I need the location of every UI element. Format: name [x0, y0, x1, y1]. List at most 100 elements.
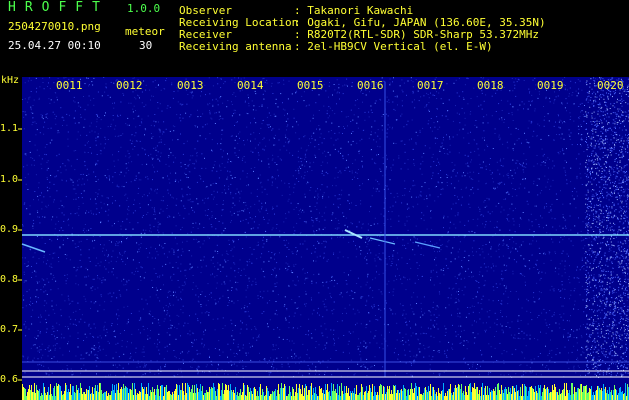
amplitude-spike	[89, 386, 90, 400]
amplitude-spike	[476, 387, 477, 400]
amplitude-spike	[386, 392, 387, 400]
amplitude-spike	[451, 393, 452, 400]
amplitude-spike	[166, 385, 167, 400]
amplitude-spike	[213, 383, 214, 400]
amplitude-spike	[542, 392, 543, 400]
amplitude-spike	[320, 389, 321, 400]
amplitude-spike	[435, 394, 436, 400]
amplitude-spike	[588, 392, 589, 400]
amplitude-spike	[47, 392, 48, 400]
x-tick-label: 0016	[357, 79, 384, 92]
amplitude-spike	[349, 396, 350, 400]
amplitude-spike	[501, 385, 502, 400]
amplitude-spike	[110, 395, 111, 400]
amplitude-spike	[396, 393, 397, 400]
amplitude-spike	[304, 388, 305, 400]
amplitude-spike	[177, 385, 178, 400]
amplitude-spike	[363, 395, 364, 400]
amplitude-spike	[135, 389, 136, 400]
amplitude-spike	[427, 392, 428, 400]
amplitude-spike	[369, 385, 370, 400]
amplitude-spike	[583, 386, 584, 400]
amplitude-spike	[73, 386, 74, 400]
amplitude-spike	[463, 391, 464, 400]
amplitude-spike	[418, 387, 419, 400]
amplitude-spike	[139, 391, 140, 400]
amplitude-spike	[137, 393, 138, 400]
amplitude-spike	[286, 396, 287, 400]
amplitude-spike	[245, 395, 246, 400]
amplitude-spike	[318, 396, 319, 400]
amplitude-spike	[619, 388, 620, 400]
amplitude-spike	[263, 392, 264, 400]
amplitude-spike	[208, 392, 209, 400]
amplitude-spike	[182, 383, 183, 400]
amplitude-spike	[433, 387, 434, 400]
x-tick-label: 0011	[56, 79, 83, 92]
amplitude-spike	[579, 389, 580, 400]
amplitude-spike	[77, 390, 78, 400]
amplitude-spike	[130, 389, 131, 400]
amplitude-spike	[125, 386, 126, 400]
amplitude-spike	[595, 391, 596, 400]
amplitude-spike	[416, 386, 417, 400]
x-tick-label: 0014	[237, 79, 264, 92]
amplitude-spike	[338, 395, 339, 400]
amplitude-spike	[354, 388, 355, 400]
amplitude-spike	[298, 388, 299, 400]
amplitude-spike	[565, 396, 566, 400]
amplitude-spike	[348, 388, 349, 400]
y-tick-label: 0.6	[0, 374, 19, 385]
amplitude-spike	[359, 393, 360, 400]
amplitude-spike	[95, 385, 96, 400]
amplitude-spike	[339, 386, 340, 400]
amplitude-spike	[221, 390, 222, 400]
amplitude-spike	[431, 396, 432, 400]
amplitude-spike	[455, 385, 456, 400]
amplitude-spike	[557, 392, 558, 400]
amplitude-spike	[222, 383, 223, 400]
amplitude-spike	[539, 388, 540, 400]
amplitude-spike	[25, 389, 26, 400]
amplitude-spike	[53, 388, 54, 400]
amplitude-spike	[272, 391, 273, 400]
amplitude-spike	[353, 393, 354, 400]
amplitude-spike	[554, 384, 555, 400]
amplitude-spike	[235, 387, 236, 400]
amplitude-spike	[412, 389, 413, 400]
amplitude-spike	[342, 391, 343, 400]
amplitude-spike	[468, 386, 469, 400]
amplitude-spike	[413, 393, 414, 400]
amplitude-spike	[170, 394, 171, 400]
amplitude-spike	[300, 389, 301, 400]
amplitude-spike	[336, 393, 337, 400]
y-tick-label: 1.1	[0, 123, 19, 134]
amplitude-spike	[333, 384, 334, 400]
amplitude-spike	[617, 395, 618, 400]
amplitude-spike	[612, 395, 613, 400]
amplitude-spike	[228, 385, 229, 400]
amplitude-spike	[58, 384, 59, 400]
amplitude-spike	[270, 394, 271, 400]
amplitude-spike	[581, 384, 582, 400]
amplitude-spike	[239, 393, 240, 400]
amplitude-spike	[131, 390, 132, 400]
amplitude-spike	[155, 395, 156, 400]
amplitude-spike	[387, 386, 388, 400]
amplitude-spike	[599, 388, 600, 400]
amplitude-spike	[39, 389, 40, 400]
amplitude-spike	[546, 388, 547, 400]
amplitude-spike	[584, 386, 585, 400]
amplitude-spike	[343, 394, 344, 400]
amplitude-spike	[607, 390, 608, 400]
amplitude-spike	[434, 390, 435, 400]
amplitude-spike	[97, 385, 98, 400]
amplitude-spike	[76, 385, 77, 400]
amplitude-spike	[201, 391, 202, 400]
amplitude-spike	[440, 394, 441, 400]
amplitude-spike	[227, 390, 228, 400]
amplitude-spike	[450, 384, 451, 400]
amplitude-spike	[366, 386, 367, 400]
amplitude-spike	[315, 387, 316, 400]
amplitude-spike	[547, 387, 548, 400]
